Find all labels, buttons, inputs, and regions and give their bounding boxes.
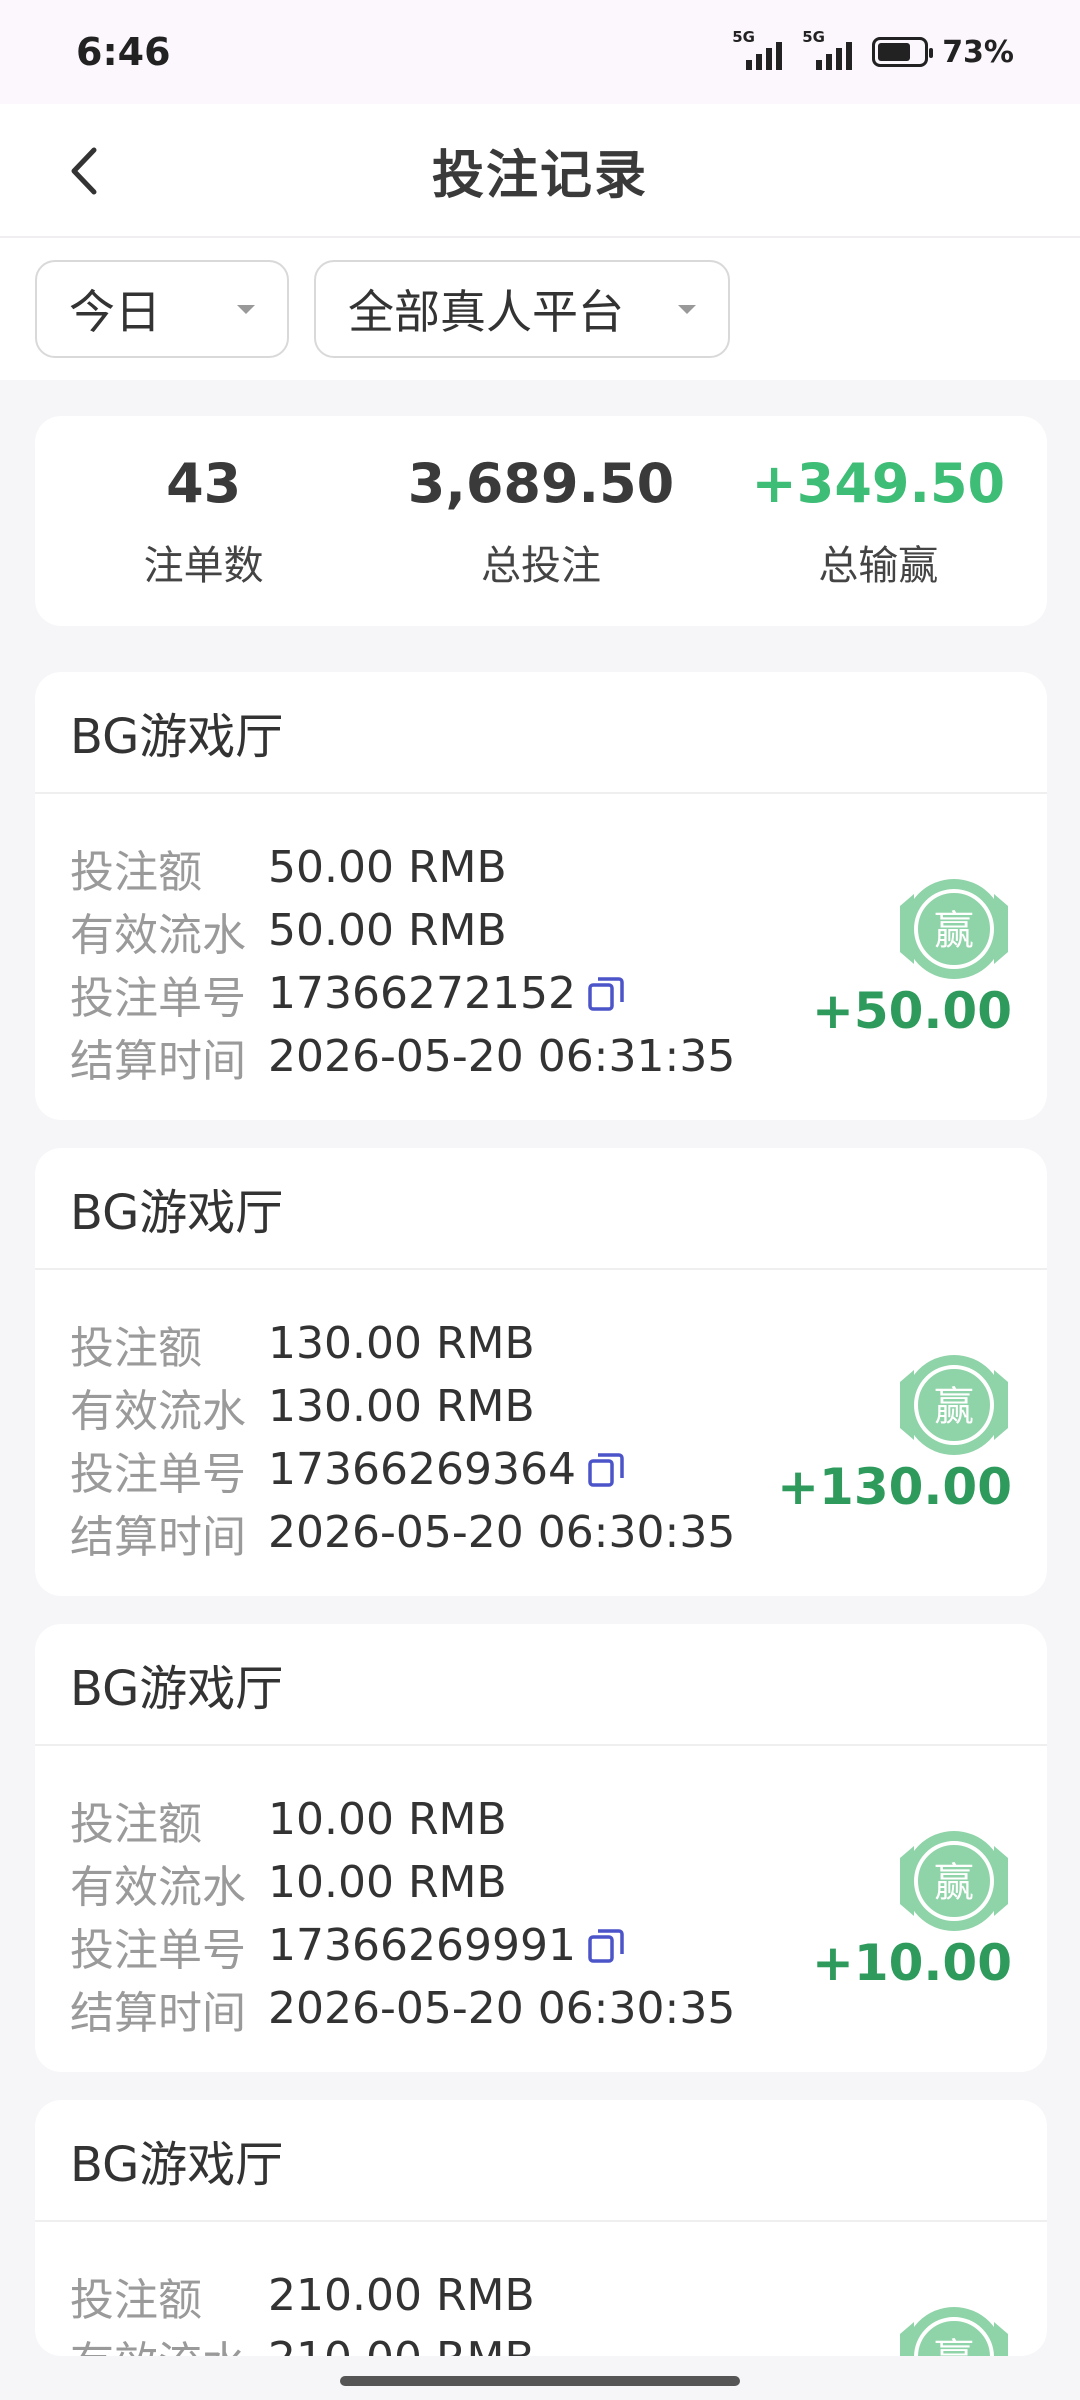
game-hall-name: BG游戏厅: [35, 1624, 1047, 1746]
status-icons: 5G 5G 73%: [732, 28, 1014, 72]
win-stamp-icon: 赢: [900, 1355, 1008, 1455]
game-hall-name: BG游戏厅: [35, 672, 1047, 794]
chevron-down-icon: [237, 304, 255, 314]
valid-turnover-row: 有效流水 10.00 RMB: [70, 1857, 507, 1913]
valid-turnover-row: 有效流水210.00 RMB: [70, 2327, 1012, 2356]
win-stamp-icon: 赢: [900, 879, 1008, 979]
game-hall-name: BG游戏厅: [35, 2100, 1047, 2222]
bet-amount-row: 投注额 50.00 RMB: [70, 842, 507, 898]
svg-text:赢: 赢: [934, 1860, 974, 1906]
valid-turnover-row: 有效流水 50.00 RMB: [70, 905, 507, 961]
home-indicator[interactable]: [340, 2376, 740, 2386]
page-title: 投注记录: [431, 145, 648, 206]
summary-total-bet: 3,689.50 总投注: [407, 451, 675, 589]
bet-record-card[interactable]: BG游戏厅 投注额 50.00 RMB 有效流水 50.00 RMB 投注单号 173…: [35, 672, 1047, 1120]
bet-amount-row: 投注额 210.00 RMB: [70, 2270, 535, 2326]
status-time: 6:46: [76, 30, 171, 74]
valid-turnover-row: 有效流水 130.00 RMB: [70, 1381, 535, 1437]
summary-total-win: +349.50 总输赢: [751, 451, 1006, 589]
chevron-down-icon: [678, 304, 696, 314]
signal-icon: 5G: [802, 28, 858, 72]
date-range-value: 今日: [69, 285, 161, 339]
platform-dropdown[interactable]: 全部真人平台: [314, 260, 730, 358]
summary-count: 43 注单数: [143, 451, 264, 589]
platform-value: 全部真人平台: [348, 285, 624, 339]
bet-record-card[interactable]: BG游戏厅 投注额210.00 RMB 有效流水210.00 RMB 赢: [35, 2100, 1047, 2356]
filter-bar: 今日 全部真人平台: [0, 238, 1080, 380]
copy-icon[interactable]: [586, 1926, 626, 1966]
battery-percent: 73%: [942, 34, 1014, 70]
svg-text:赢: 赢: [934, 1384, 974, 1430]
battery-icon: [872, 37, 934, 67]
win-amount: +10.00: [811, 1934, 1012, 1992]
win-amount: +50.00: [811, 982, 1012, 1040]
win-stamp-icon: 赢: [900, 1831, 1008, 1931]
game-hall-name: BG游戏厅: [35, 1148, 1047, 1270]
back-arrow-icon[interactable]: [56, 142, 114, 200]
win-stamp-icon: 赢: [900, 2307, 1008, 2356]
bet-record-card[interactable]: BG游戏厅 投注额 130.00 RMB 有效流水 130.00 RMB 投注单号 1…: [35, 1148, 1047, 1596]
svg-text:赢: 赢: [934, 908, 974, 954]
app-header: 投注记录: [0, 104, 1080, 238]
copy-icon[interactable]: [586, 1450, 626, 1490]
signal-icon: 5G: [732, 28, 788, 72]
summary-card: 43 注单数 3,689.50 总投注 +349.50 总输赢: [35, 416, 1047, 626]
bet-amount-row: 投注额 130.00 RMB: [70, 1318, 535, 1374]
status-bar: 6:46 5G 5G 73%: [0, 0, 1080, 104]
bet-amount-row: 投注额 10.00 RMB: [70, 1794, 507, 1850]
bet-record-card[interactable]: BG游戏厅 投注额 10.00 RMB 有效流水 10.00 RMB 投注单号 173…: [35, 1624, 1047, 2072]
date-range-dropdown[interactable]: 今日: [35, 260, 289, 358]
svg-text:赢: 赢: [934, 2336, 974, 2356]
copy-icon[interactable]: [586, 974, 626, 1014]
win-amount: +130.00: [777, 1458, 1012, 1516]
